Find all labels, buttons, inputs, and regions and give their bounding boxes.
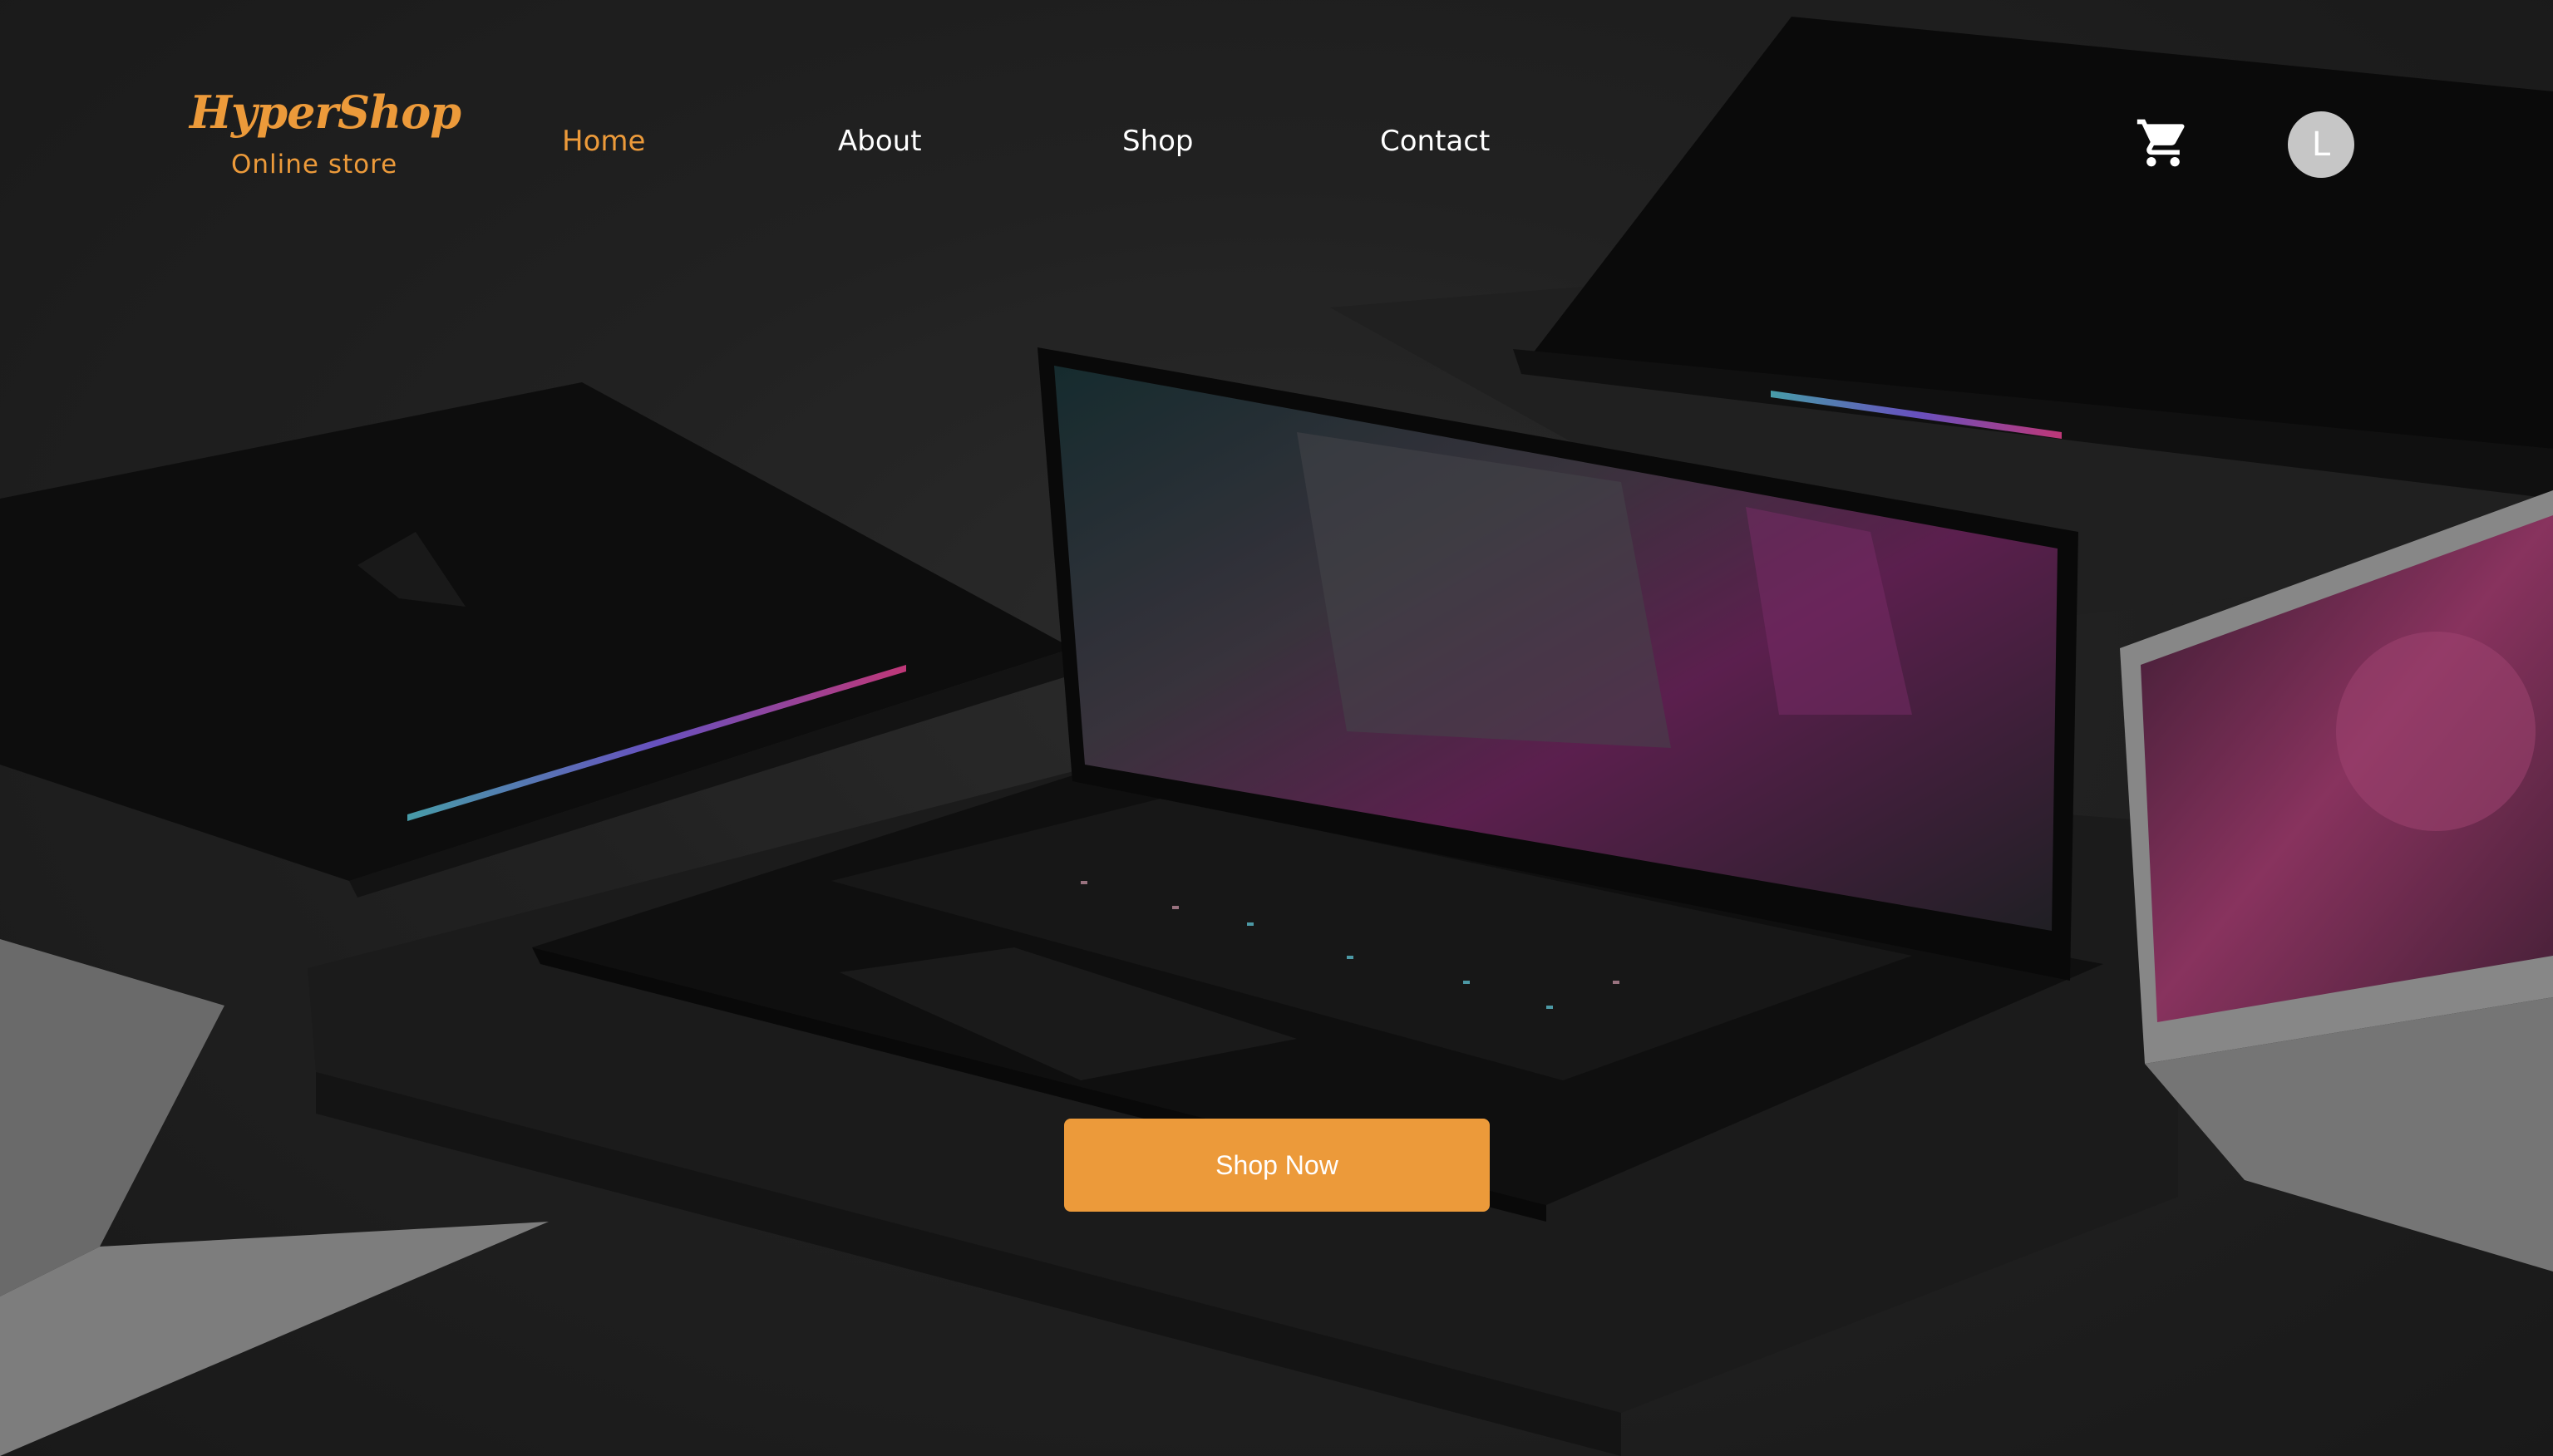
brand-logo[interactable]: HyperShop Online store xyxy=(178,90,461,198)
brand-tagline: Online store xyxy=(231,150,398,180)
nav-item-shop[interactable]: Shop xyxy=(1122,125,1194,158)
brand-name: HyperShop xyxy=(190,86,461,139)
cart-icon[interactable] xyxy=(2135,115,2191,171)
hero-background-image xyxy=(0,0,2553,1456)
user-avatar[interactable]: L xyxy=(2288,111,2354,178)
shop-now-button[interactable]: Shop Now xyxy=(1064,1119,1490,1212)
brand-logo-row: HyperShop xyxy=(178,90,461,135)
nav-item-about[interactable]: About xyxy=(838,125,922,158)
nav-item-contact[interactable]: Contact xyxy=(1380,125,1490,158)
page: HyperShop Online store Home About Shop C… xyxy=(0,0,2553,1456)
nav-item-home[interactable]: Home xyxy=(562,125,645,158)
